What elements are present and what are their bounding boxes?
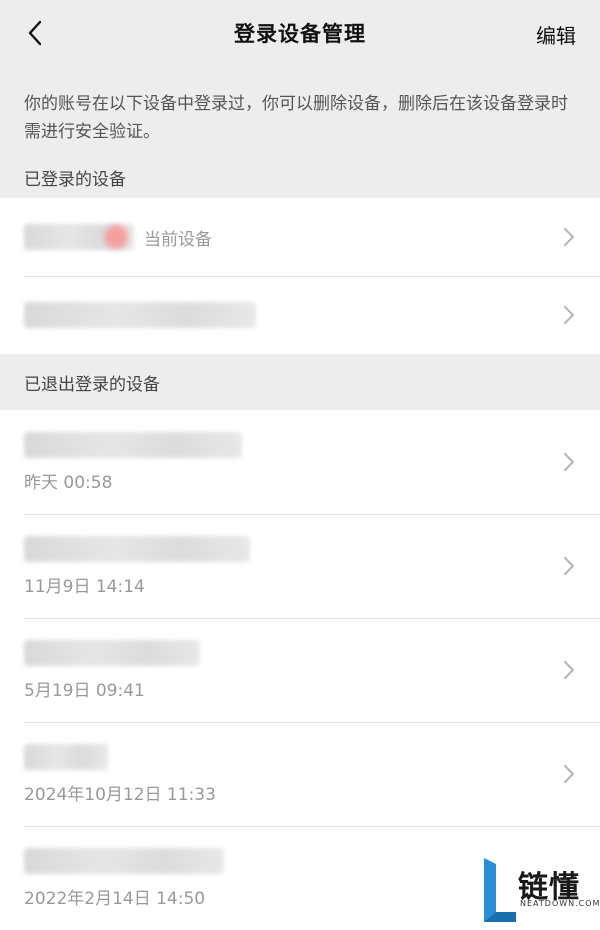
chevron-right-icon	[560, 658, 578, 682]
blurred-device-badge	[104, 225, 128, 249]
blurred-device-name	[24, 302, 256, 328]
chevron-right-icon	[560, 762, 578, 786]
device-row[interactable]: 5月19日 09:41	[0, 618, 600, 722]
watermark-subtext: NEATDOWN.COM	[520, 899, 600, 908]
blurred-device-name	[24, 847, 224, 874]
blurred-device-name	[24, 431, 242, 458]
chevron-right-icon	[560, 450, 578, 474]
logged-out-section-header: 已退出登录的设备	[24, 374, 160, 395]
device-row[interactable]	[0, 276, 600, 354]
current-device-label: 当前设备	[144, 229, 212, 250]
device-login-time: 5月19日 09:41	[24, 680, 145, 701]
chevron-right-icon	[560, 225, 578, 249]
device-login-time: 11月9日 14:14	[24, 576, 145, 597]
edit-button[interactable]: 编辑	[536, 20, 576, 49]
device-login-time: 2022年2月14日 14:50	[24, 888, 206, 909]
nav-bar: 登录设备管理 编辑	[0, 0, 600, 66]
chevron-right-icon	[560, 554, 578, 578]
chevron-left-icon	[28, 20, 42, 46]
device-login-time: 2024年10月12日 11:33	[24, 784, 216, 805]
logged-in-device-list: 当前设备	[0, 198, 600, 354]
watermark-l-icon	[484, 858, 516, 922]
device-row[interactable]: 2024年10月12日 11:33	[0, 722, 600, 826]
chevron-right-icon	[560, 303, 578, 327]
logged-in-section-header: 已登录的设备	[24, 169, 126, 190]
back-button[interactable]	[18, 16, 52, 50]
page-title: 登录设备管理	[234, 22, 366, 46]
device-row-current[interactable]: 当前设备	[0, 198, 600, 276]
blurred-device-name	[24, 639, 200, 666]
device-row[interactable]: 昨天 00:58	[0, 410, 600, 514]
watermark-logo: 链懂 NEATDOWN.COM	[482, 856, 599, 926]
blurred-device-name	[24, 535, 250, 562]
device-login-time: 昨天 00:58	[24, 472, 113, 493]
device-row[interactable]: 11月9日 14:14	[0, 514, 600, 618]
description-text: 你的账号在以下设备中登录过，你可以删除设备，删除后在该设备登录时需进行安全验证。	[24, 94, 568, 142]
logged-out-device-list: 昨天 00:58 11月9日 14:14 5月19日 09:41 2024年10…	[0, 410, 600, 930]
blurred-device-name	[24, 743, 108, 770]
